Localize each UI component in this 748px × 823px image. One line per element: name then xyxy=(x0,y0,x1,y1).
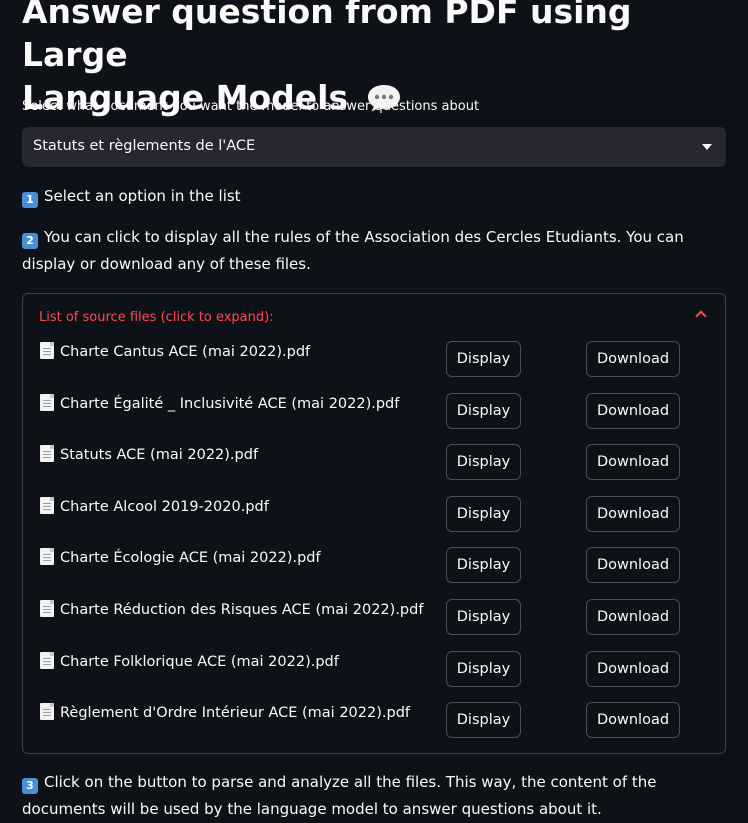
file-row: Charte Cantus ACE (mai 2022).pdf Display… xyxy=(23,341,725,381)
step-1: 1 Select an option in the list xyxy=(22,183,722,210)
display-button[interactable]: Display xyxy=(446,651,521,687)
file-row: Statuts ACE (mai 2022).pdf Display Downl… xyxy=(23,444,725,484)
chevron-down-icon[interactable] xyxy=(702,144,712,150)
step-3-text: Click on the button to parse and analyze… xyxy=(22,773,657,818)
display-button[interactable]: Display xyxy=(446,393,521,429)
display-button[interactable]: Display xyxy=(446,599,521,635)
file-row: Charte Réduction des Risques ACE (mai 20… xyxy=(23,599,725,639)
file-name-text: Statuts ACE (mai 2022).pdf xyxy=(60,447,259,463)
file-name-text: Charte Égalité _ Inclusivité ACE (mai 20… xyxy=(60,396,400,412)
document-icon xyxy=(40,342,54,359)
file-name-text: Charte Réduction des Risques ACE (mai 20… xyxy=(60,602,424,618)
download-button[interactable]: Download xyxy=(586,547,680,583)
source-files-expander: List of source files (click to expand): … xyxy=(22,293,726,754)
step-2-text: You can click to display all the rules o… xyxy=(22,228,684,273)
download-button[interactable]: Download xyxy=(586,393,680,429)
file-name: Charte Cantus ACE (mai 2022).pdf xyxy=(40,342,310,360)
keycap-3-icon: 3 xyxy=(22,778,38,794)
file-name: Statuts ACE (mai 2022).pdf xyxy=(40,445,258,463)
file-name-text: Charte Folklorique ACE (mai 2022).pdf xyxy=(60,654,339,670)
file-row: Charte Alcool 2019-2020.pdf Display Down… xyxy=(23,496,725,536)
page-title-line1: Answer question from PDF using Large xyxy=(22,0,632,74)
document-icon xyxy=(40,600,54,617)
file-name-text: Règlement d'Ordre Intérieur ACE (mai 202… xyxy=(60,705,411,721)
download-button[interactable]: Download xyxy=(586,341,680,377)
file-row: Charte Écologie ACE (mai 2022).pdf Displ… xyxy=(23,547,725,587)
display-button[interactable]: Display xyxy=(446,702,521,738)
expander-header[interactable]: List of source files (click to expand): xyxy=(39,310,274,325)
document-icon xyxy=(40,548,54,565)
keycap-2-icon: 2 xyxy=(22,233,38,249)
display-button[interactable]: Display xyxy=(446,444,521,480)
document-icon xyxy=(40,394,54,411)
document-select-value: Statuts et règlements de l'ACE xyxy=(33,138,256,154)
file-name-text: Charte Alcool 2019-2020.pdf xyxy=(60,499,269,515)
download-button[interactable]: Download xyxy=(586,702,680,738)
download-button[interactable]: Download xyxy=(586,599,680,635)
download-button[interactable]: Download xyxy=(586,651,680,687)
file-row: Règlement d'Ordre Intérieur ACE (mai 202… xyxy=(23,702,725,742)
app-main: Answer question from PDF using Large Lan… xyxy=(0,0,748,823)
file-name: Charte Alcool 2019-2020.pdf xyxy=(40,497,269,515)
document-select[interactable]: Statuts et règlements de l'ACE xyxy=(22,127,726,167)
step-2: 2 You can click to display all the rules … xyxy=(22,224,722,278)
file-name: Charte Folklorique ACE (mai 2022).pdf xyxy=(40,652,339,670)
step-3: 3 Click on the button to parse and analyz… xyxy=(22,769,722,823)
select-label: Select what document you want the model … xyxy=(22,99,480,114)
file-name-text: Charte Cantus ACE (mai 2022).pdf xyxy=(60,344,311,360)
download-button[interactable]: Download xyxy=(586,496,680,532)
document-icon xyxy=(40,497,54,514)
display-button[interactable]: Display xyxy=(446,547,521,583)
chevron-up-icon[interactable] xyxy=(695,310,707,322)
file-row: Charte Folklorique ACE (mai 2022).pdf Di… xyxy=(23,651,725,691)
display-button[interactable]: Display xyxy=(446,341,521,377)
file-name-text: Charte Écologie ACE (mai 2022).pdf xyxy=(60,550,321,566)
file-name: Charte Écologie ACE (mai 2022).pdf xyxy=(40,548,321,566)
file-name: Charte Égalité _ Inclusivité ACE (mai 20… xyxy=(40,394,399,412)
step-1-text: Select an option in the list xyxy=(44,187,241,205)
display-button[interactable]: Display xyxy=(446,496,521,532)
document-icon xyxy=(40,445,54,462)
file-name: Règlement d'Ordre Intérieur ACE (mai 202… xyxy=(40,703,410,721)
keycap-1-icon: 1 xyxy=(22,192,38,208)
download-button[interactable]: Download xyxy=(586,444,680,480)
file-row: Charte Égalité _ Inclusivité ACE (mai 20… xyxy=(23,393,725,433)
file-name: Charte Réduction des Risques ACE (mai 20… xyxy=(40,600,423,618)
document-icon xyxy=(40,703,54,720)
document-icon xyxy=(40,652,54,669)
